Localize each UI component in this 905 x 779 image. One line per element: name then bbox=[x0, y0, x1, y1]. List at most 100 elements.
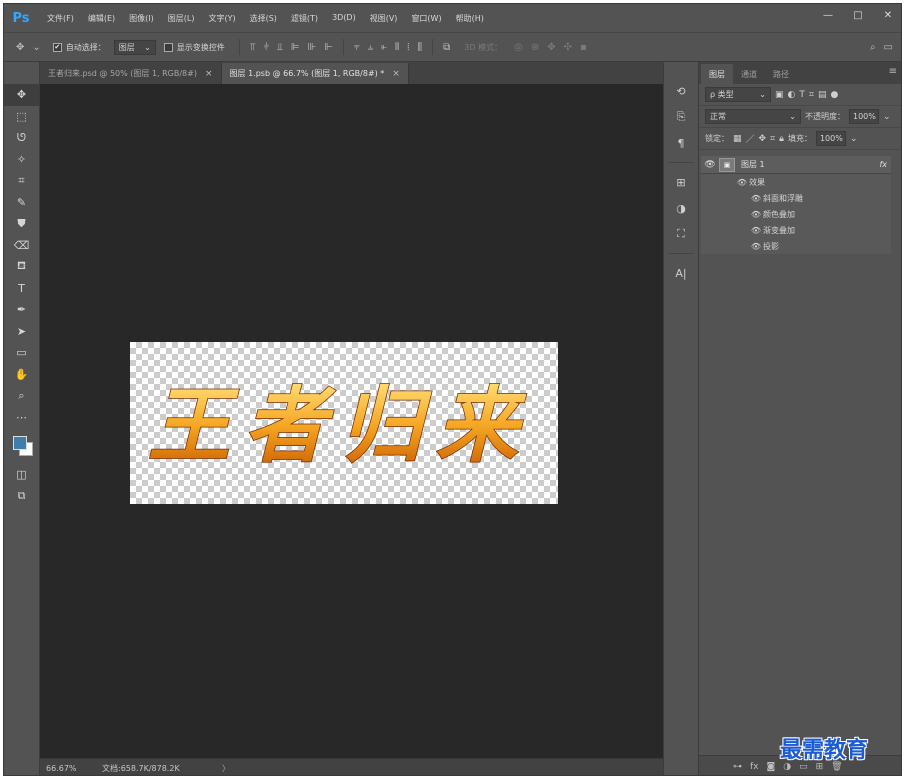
menu-select[interactable]: 选择(S) bbox=[243, 13, 284, 24]
slide-3d-icon[interactable]: ✣ bbox=[564, 42, 572, 53]
align-bottom-icon[interactable]: ⫫ bbox=[277, 42, 283, 53]
maximize-button[interactable]: □ bbox=[843, 4, 873, 26]
tab-layers[interactable]: 图层 bbox=[701, 64, 733, 84]
align-vcenter-icon[interactable]: ⫩ bbox=[263, 42, 269, 53]
shape-filter-icon[interactable]: ⌗ bbox=[809, 90, 814, 100]
roll-3d-icon[interactable]: ⊛ bbox=[531, 42, 539, 53]
distribute-vcenter-icon[interactable]: ⫨ bbox=[368, 42, 374, 53]
hand-tool-icon[interactable]: ✋ bbox=[4, 364, 39, 386]
paint-bucket-tool-icon[interactable]: ⛾ bbox=[4, 256, 39, 278]
type-filter-icon[interactable]: T bbox=[799, 90, 805, 100]
effect-gradient-overlay[interactable]: 👁︎ 渐变叠加 bbox=[701, 222, 891, 238]
quick-select-tool-icon[interactable]: ✧ bbox=[4, 149, 39, 171]
type-tool-icon[interactable]: T bbox=[4, 278, 39, 300]
brush-tool-icon[interactable]: ✎ bbox=[4, 192, 39, 214]
history-panel-icon[interactable]: ⟲ bbox=[664, 78, 698, 104]
auto-select-dropdown[interactable]: 图层 ⌄ bbox=[113, 39, 156, 55]
effects-group-row[interactable]: 👁︎ 效果 bbox=[701, 174, 891, 190]
align-left-icon[interactable]: ⊫ bbox=[291, 42, 300, 53]
filter-toggle-icon[interactable]: ● bbox=[830, 90, 838, 100]
visibility-eye-icon[interactable]: 👁︎ bbox=[735, 178, 749, 187]
add-style-icon[interactable]: fx bbox=[750, 762, 759, 772]
align-right-icon[interactable]: ⊩ bbox=[324, 42, 333, 53]
blend-mode-dropdown[interactable]: 正常 ⌄ bbox=[705, 109, 801, 124]
add-mask-icon[interactable]: ◙ bbox=[767, 762, 776, 772]
distribute-top-icon[interactable]: ⫧ bbox=[354, 42, 360, 53]
distribute-hcenter-icon[interactable]: ⦙ bbox=[407, 42, 409, 53]
properties-panel-icon[interactable]: ⎘ bbox=[664, 104, 698, 130]
status-menu-arrow[interactable]: 〉 bbox=[222, 763, 230, 774]
menu-view[interactable]: 视图(V) bbox=[363, 13, 405, 24]
filter-kind-dropdown[interactable]: ρ 类型 ⌄ bbox=[705, 87, 771, 102]
lock-artboard-icon[interactable]: ⌗ bbox=[770, 134, 775, 144]
swatches-panel-icon[interactable]: ⊞ bbox=[664, 169, 698, 195]
pixel-filter-icon[interactable]: ▣ bbox=[775, 90, 784, 100]
distribute-bottom-icon[interactable]: ⫦ bbox=[381, 42, 387, 53]
color-swatches[interactable] bbox=[4, 428, 39, 464]
close-window-button[interactable]: ✕ bbox=[873, 4, 901, 26]
lasso-tool-icon[interactable]: ᘎ bbox=[4, 127, 39, 149]
auto-align-icon[interactable]: ⧉ bbox=[443, 42, 450, 53]
opacity-field[interactable]: 100% bbox=[849, 109, 879, 124]
lock-position-icon[interactable]: ✥ bbox=[759, 134, 767, 144]
effect-drop-shadow[interactable]: 👁︎ 投影 bbox=[701, 238, 891, 254]
visibility-eye-icon[interactable]: 👁︎ bbox=[749, 242, 763, 251]
fx-badge[interactable]: fx bbox=[879, 160, 887, 169]
more-tools-icon[interactable]: ⋯ bbox=[4, 407, 39, 429]
crop-tool-icon[interactable]: ⌗ bbox=[4, 170, 39, 192]
marquee-tool-icon[interactable]: ⬚ bbox=[4, 106, 39, 128]
menu-image[interactable]: 图像(I) bbox=[122, 13, 161, 24]
search-icon[interactable]: ⌕ bbox=[870, 42, 876, 53]
zoom-tool-icon[interactable]: ⌕ bbox=[4, 385, 39, 407]
show-transform-option[interactable]: 显示变换控件 bbox=[163, 42, 225, 53]
distribute-left-icon[interactable]: ⦀ bbox=[395, 42, 399, 53]
chevron-down-icon[interactable]: ⌄ bbox=[883, 112, 891, 122]
paragraph-panel-icon[interactable]: ¶ bbox=[664, 130, 698, 156]
menu-file[interactable]: 文件(F) bbox=[40, 13, 81, 24]
scale-3d-icon[interactable]: ▪ bbox=[580, 42, 587, 53]
auto-select-target[interactable]: 图层 ⌄ bbox=[113, 39, 156, 55]
panel-menu-icon[interactable]: ≡ bbox=[889, 66, 897, 77]
align-top-icon[interactable]: ⫪ bbox=[250, 42, 256, 53]
show-transform-checkbox[interactable] bbox=[163, 42, 173, 52]
lock-transparent-icon[interactable]: ▦ bbox=[733, 134, 742, 144]
lock-all-icon[interactable]: 🔒︎ bbox=[779, 134, 784, 144]
visibility-eye-icon[interactable]: 👁︎ bbox=[749, 210, 763, 219]
tab-wangzheguilai-psd[interactable]: 王者归来.psd @ 50% (图层 1, RGB/8#) × bbox=[40, 63, 222, 84]
smart-object-filter-icon[interactable]: ▤ bbox=[818, 90, 827, 100]
menu-window[interactable]: 窗口(W) bbox=[404, 13, 448, 24]
orbit-3d-icon[interactable]: ◎ bbox=[514, 42, 523, 53]
stamp-tool-icon[interactable]: ⛊ bbox=[4, 213, 39, 235]
tab-paths[interactable]: 路径 bbox=[765, 64, 797, 84]
eraser-tool-icon[interactable]: ⌫ bbox=[4, 235, 39, 257]
distribute-right-icon[interactable]: ⫼ bbox=[418, 42, 423, 53]
menu-3d[interactable]: 3D(D) bbox=[325, 13, 363, 24]
menu-help[interactable]: 帮助(H) bbox=[449, 13, 491, 24]
tab-layer1-psb[interactable]: 图层 1.psb @ 66.7% (图层 1, RGB/8#) * × bbox=[221, 63, 409, 84]
link-layers-icon[interactable]: ⊶ bbox=[733, 762, 742, 772]
auto-select-checkbox[interactable]: ✔ bbox=[52, 42, 62, 52]
move-tool-icon[interactable]: ✥ bbox=[4, 84, 39, 106]
foreground-color-swatch[interactable] bbox=[13, 436, 27, 450]
tab-channels[interactable]: 通道 bbox=[733, 64, 765, 84]
menu-layer[interactable]: 图层(L) bbox=[161, 13, 202, 24]
zoom-level[interactable]: 66.67% bbox=[40, 764, 102, 773]
lock-image-icon[interactable]: ／ bbox=[746, 132, 755, 145]
canvas-workspace[interactable]: 王者归来 bbox=[40, 84, 663, 758]
close-icon[interactable]: × bbox=[205, 69, 213, 79]
visibility-eye-icon[interactable]: 👁︎ bbox=[701, 160, 719, 170]
menu-filter[interactable]: 滤镜(T) bbox=[284, 13, 325, 24]
visibility-eye-icon[interactable]: 👁︎ bbox=[749, 194, 763, 203]
quick-mask-icon[interactable]: ◫ bbox=[4, 464, 39, 486]
rectangle-tool-icon[interactable]: ▭ bbox=[4, 342, 39, 364]
visibility-eye-icon[interactable]: 👁︎ bbox=[749, 226, 763, 235]
screen-mode-icon[interactable]: ⧉ bbox=[4, 486, 39, 508]
minimize-button[interactable]: — bbox=[813, 4, 843, 26]
styles-panel-icon[interactable]: ⛶ bbox=[664, 221, 698, 247]
layer-row[interactable]: 👁︎ ▣ 图层 1 fx bbox=[701, 156, 891, 174]
move-tool-preset[interactable]: ✥ ⌄ bbox=[12, 42, 45, 53]
fill-field[interactable]: 100% bbox=[815, 131, 846, 146]
adjustments-panel-icon[interactable]: ◑ bbox=[664, 195, 698, 221]
align-hcenter-icon[interactable]: ⊪ bbox=[308, 42, 317, 53]
close-icon[interactable]: × bbox=[392, 69, 400, 79]
